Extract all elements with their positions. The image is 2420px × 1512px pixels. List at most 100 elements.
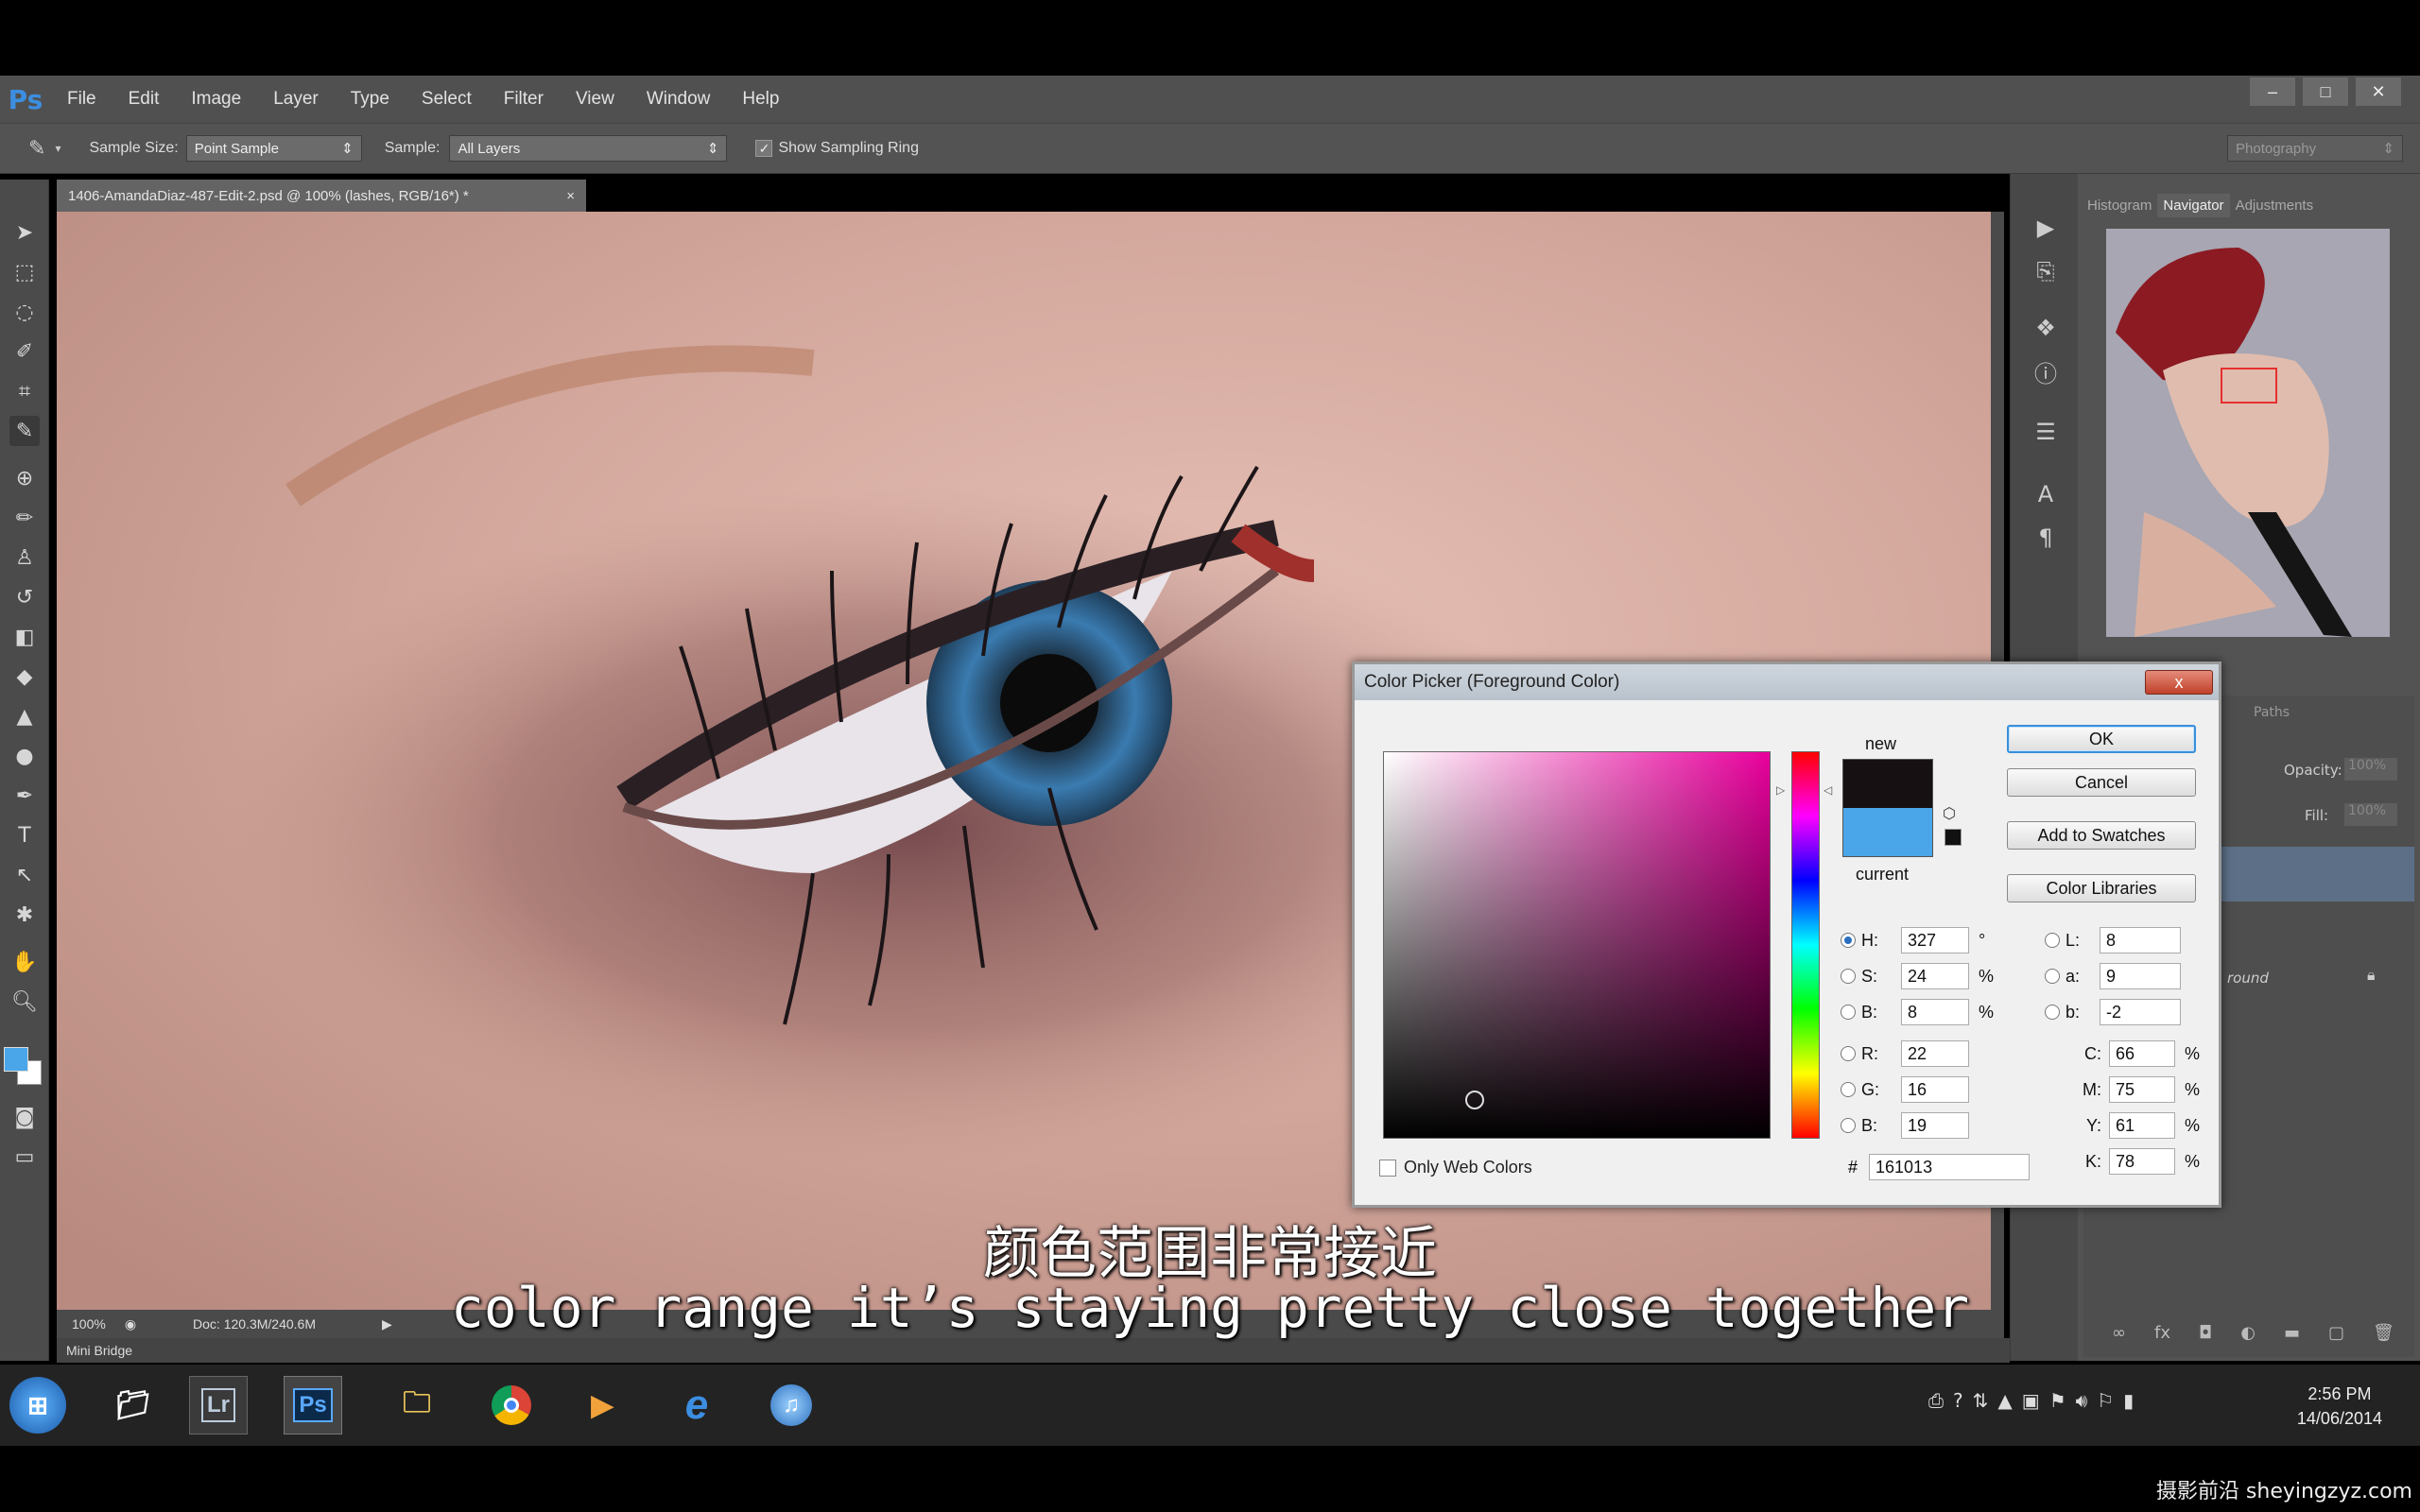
- show-sampling-ring-toggle[interactable]: ✓ Show Sampling Ring: [755, 140, 919, 157]
- tab-navigator[interactable]: Navigator: [2157, 193, 2230, 217]
- cancel-button[interactable]: Cancel: [2007, 768, 2196, 797]
- internet-explorer-icon[interactable]: e: [667, 1376, 726, 1435]
- sample-size-select[interactable]: Point Sample ⇕: [185, 135, 362, 162]
- tray-monitor-icon[interactable]: ▣: [2022, 1389, 2040, 1412]
- quick-mask-icon[interactable]: ◙: [9, 1102, 40, 1132]
- clone-stamp-tool-icon[interactable]: ♙: [9, 542, 40, 573]
- workspace-switcher[interactable]: Photography ⇕: [2227, 135, 2403, 162]
- brightness-radio[interactable]: [1841, 1005, 1856, 1020]
- l-input[interactable]: 8: [2100, 927, 2181, 954]
- layer-name-background[interactable]: round: [2227, 970, 2269, 987]
- mini-bridge-tab[interactable]: Mini Bridge: [57, 1338, 2010, 1363]
- color-field-picker-ring[interactable]: [1465, 1091, 1484, 1109]
- lasso-tool-icon[interactable]: ◌: [9, 297, 40, 327]
- k-input[interactable]: 78: [2109, 1148, 2175, 1175]
- taskbar-lightroom[interactable]: Lr: [189, 1376, 248, 1435]
- tray-volume-icon[interactable]: 🔊︎: [2076, 1389, 2088, 1412]
- h-input[interactable]: 327: [1901, 927, 1969, 954]
- menu-file[interactable]: File: [51, 89, 112, 110]
- a-radio[interactable]: [2045, 969, 2060, 984]
- file-explorer-icon[interactable]: 📁︎: [104, 1376, 163, 1435]
- r-radio[interactable]: [1841, 1046, 1856, 1061]
- tab-histogram[interactable]: Histogram: [2087, 198, 2152, 214]
- dialog-title-bar[interactable]: Color Picker (Foreground Color) x: [1355, 664, 2219, 700]
- tab-adjustments[interactable]: Adjustments: [2236, 198, 2314, 214]
- history-icon[interactable]: ⎘: [2030, 255, 2062, 287]
- tray-signal-icon[interactable]: ▮: [2123, 1389, 2134, 1412]
- hand-tool-icon[interactable]: ✋: [9, 947, 40, 977]
- crop-tool-icon[interactable]: ⌗: [9, 376, 40, 406]
- gamut-cube-icon[interactable]: ⬡: [1943, 804, 1956, 823]
- minimize-button[interactable]: –: [2250, 77, 2295, 106]
- chrome-icon[interactable]: [482, 1376, 541, 1435]
- screen-mode-icon[interactable]: ▭: [9, 1142, 40, 1172]
- taskbar-photoshop[interactable]: Ps: [284, 1376, 342, 1435]
- color-field[interactable]: [1383, 751, 1771, 1139]
- menu-view[interactable]: View: [560, 89, 631, 110]
- web-safe-swatch[interactable]: [1945, 829, 1962, 846]
- hue-slider[interactable]: [1791, 751, 1820, 1139]
- pen-tool-icon[interactable]: ✒: [9, 781, 40, 811]
- shape-tool-icon[interactable]: ✱: [9, 900, 40, 930]
- folder-icon[interactable]: 🗀: [388, 1376, 446, 1435]
- navigator-thumbnail[interactable]: [2106, 229, 2390, 637]
- m-input[interactable]: 75: [2109, 1076, 2175, 1103]
- r-input[interactable]: 22: [1901, 1040, 1969, 1067]
- s-input[interactable]: 24: [1901, 963, 1969, 989]
- eyedropper-icon[interactable]: ✎: [28, 136, 45, 161]
- document-tab[interactable]: 1406-AmandaDiaz-487-Edit-2.psd @ 100% (l…: [57, 180, 586, 212]
- blue-input[interactable]: 19: [1901, 1112, 1969, 1139]
- hue-slider-left-arrow-icon[interactable]: ▷: [1776, 783, 1785, 797]
- lab-b-input[interactable]: -2: [2100, 999, 2181, 1025]
- brightness-input[interactable]: 8: [1901, 999, 1969, 1025]
- dialog-close-button[interactable]: x: [2145, 670, 2213, 695]
- tray-flag-icon[interactable]: ⚐: [2097, 1389, 2114, 1412]
- fill-value[interactable]: 100%: [2344, 803, 2397, 826]
- brush-tool-icon[interactable]: ✏: [9, 503, 40, 533]
- tray-expand-icon[interactable]: ▲: [1997, 1389, 2012, 1412]
- blue-radio[interactable]: [1841, 1118, 1856, 1133]
- maximize-button[interactable]: □: [2303, 77, 2348, 106]
- tray-help-icon[interactable]: ?: [1953, 1389, 1963, 1412]
- opacity-value[interactable]: 100%: [2344, 758, 2397, 781]
- s-radio[interactable]: [1841, 969, 1856, 984]
- h-radio[interactable]: [1841, 933, 1856, 948]
- tray-network-icon[interactable]: ⚑: [2049, 1389, 2066, 1412]
- paint-bucket-tool-icon[interactable]: ◆: [9, 662, 40, 692]
- y-input[interactable]: 61: [2109, 1112, 2175, 1139]
- close-tab-icon[interactable]: ×: [566, 188, 575, 204]
- dodge-tool-icon[interactable]: ●: [9, 741, 40, 771]
- brush-presets-icon[interactable]: ❖: [2030, 312, 2062, 344]
- type-tool-icon[interactable]: T: [9, 820, 40, 850]
- ok-button[interactable]: OK: [2007, 725, 2196, 753]
- eyedropper-tool-icon[interactable]: ✎: [9, 416, 40, 446]
- menu-help[interactable]: Help: [726, 89, 795, 110]
- quick-select-tool-icon[interactable]: ✐: [9, 336, 40, 367]
- itunes-icon[interactable]: ♫: [762, 1376, 821, 1435]
- tray-device-icon[interactable]: ⎙: [1928, 1389, 1944, 1412]
- g-input[interactable]: 16: [1901, 1076, 1969, 1103]
- taskbar-clock[interactable]: 2:56 PM 14/06/2014: [2297, 1382, 2382, 1431]
- character-icon[interactable]: A: [2030, 478, 2062, 510]
- g-radio[interactable]: [1841, 1082, 1856, 1097]
- paragraph-icon[interactable]: ¶: [2030, 522, 2062, 554]
- show-sampling-ring-checkbox[interactable]: ✓: [755, 140, 773, 157]
- menu-type[interactable]: Type: [335, 89, 406, 110]
- layer-comps-icon[interactable]: ☰: [2030, 416, 2062, 448]
- lab-b-radio[interactable]: [2045, 1005, 2060, 1020]
- menu-edit[interactable]: Edit: [112, 89, 176, 110]
- blur-tool-icon[interactable]: ▲: [9, 701, 40, 731]
- add-to-swatches-button[interactable]: Add to Swatches: [2007, 821, 2196, 850]
- close-window-button[interactable]: ✕: [2356, 77, 2401, 106]
- menu-filter[interactable]: Filter: [488, 89, 560, 110]
- c-input[interactable]: 66: [2109, 1040, 2175, 1067]
- tool-preset-chevron-icon[interactable]: ▾: [55, 142, 60, 155]
- l-radio[interactable]: [2045, 933, 2060, 948]
- menu-select[interactable]: Select: [406, 89, 488, 110]
- hue-slider-right-arrow-icon[interactable]: ◁: [1824, 783, 1832, 797]
- move-tool-icon[interactable]: ➤: [9, 217, 40, 248]
- color-libraries-button[interactable]: Color Libraries: [2007, 874, 2196, 902]
- path-selection-tool-icon[interactable]: ↖: [9, 860, 40, 890]
- a-input[interactable]: 9: [2100, 963, 2181, 989]
- tab-paths[interactable]: Paths: [2254, 705, 2290, 720]
